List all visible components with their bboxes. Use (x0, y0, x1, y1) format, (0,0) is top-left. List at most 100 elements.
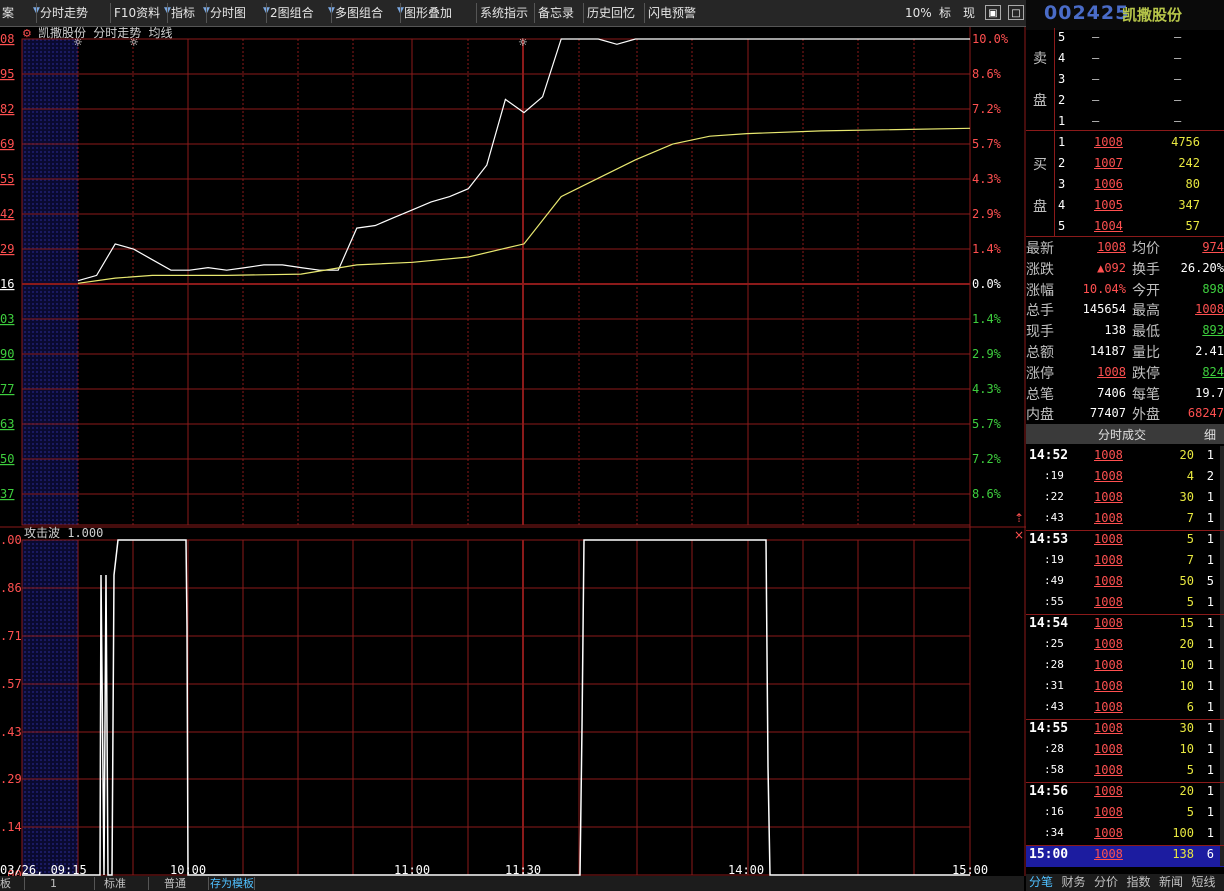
tick-price: 1008 (1094, 553, 1123, 567)
tick-volume: 5 (1186, 805, 1194, 819)
toolbar-item-9[interactable]: 备忘录 (538, 4, 574, 22)
tick-volume: 15 (1179, 616, 1194, 630)
tick-time: :28 (1044, 742, 1064, 755)
toolbar-separator (167, 3, 168, 23)
tick-time: :43 (1044, 700, 1064, 713)
toolbar-right-0[interactable]: 10% (905, 4, 932, 22)
buy-label: 盘 (1033, 199, 1047, 215)
book-vsep (1054, 28, 1055, 236)
pct-label: 2.9% (972, 207, 1002, 221)
toolbar-right-2[interactable]: 现 (958, 4, 980, 22)
toolbar-item-7[interactable]: 图形叠加 (404, 4, 452, 22)
panel-divider (1026, 782, 1224, 783)
bottom-sep (148, 877, 149, 890)
tick-price: 1008 (1094, 574, 1123, 588)
buy-level-vol: 242 (1178, 156, 1200, 170)
panel-divider (1026, 530, 1224, 531)
maximize-icon[interactable]: □ (1008, 5, 1024, 20)
right-tab-0[interactable]: 分笔 (1029, 875, 1053, 890)
tick-time: :49 (1044, 574, 1064, 587)
date-label: 03/26, 09:15 (0, 863, 87, 876)
tick-volume: 10 (1179, 742, 1194, 756)
restore-icon[interactable]: ▣ (985, 5, 1001, 20)
price-label: 08 (0, 32, 14, 46)
pct-label: 4.3% (972, 172, 1002, 186)
stat-value: 1008 (1097, 364, 1126, 379)
right-tab-2[interactable]: 分价 (1094, 875, 1118, 890)
right-tab-1[interactable]: 财务 (1062, 875, 1086, 890)
tick-volume: 6 (1186, 700, 1194, 714)
close-ind-icon[interactable]: × (1014, 528, 1024, 542)
event-marker-icon[interactable]: ☼ (518, 36, 528, 49)
toolbar-item-8[interactable]: 系统指示 (480, 4, 528, 22)
toolbar-item-11[interactable]: 闪电预警 (648, 4, 696, 22)
toolbar-item-1[interactable]: 分时走势 (40, 4, 88, 22)
stat-value: 26.20% (1180, 260, 1224, 275)
toolbar-separator (476, 3, 477, 23)
tick-time: :58 (1044, 763, 1064, 776)
pct-label: 5.7% (972, 417, 1002, 431)
stat-value: 138 (1104, 323, 1126, 338)
tick-count: 5 (1206, 574, 1214, 588)
tick-count: 1 (1206, 763, 1214, 777)
right-tab-3[interactable]: 指数 (1127, 875, 1151, 890)
buy-level-num: 2 (1058, 156, 1066, 170)
bottom-tab-3[interactable]: 普通 (164, 877, 186, 891)
pct-label: 4.3% (972, 382, 1002, 396)
tick-price: 1008 (1094, 679, 1123, 693)
bottom-tab-2[interactable]: 标准 (104, 877, 126, 891)
sell-level-price: – (1092, 51, 1100, 65)
intraday-chart[interactable]: 凯撒股份 分时走势 均线 ⚙ 08 95 82 69 55 42 29 16 03 90 77 63 50 3… (0, 27, 1026, 876)
tick-volume: 10 (1179, 679, 1194, 693)
toolbar-item-0[interactable]: 案 (2, 4, 14, 22)
sell-level-vol: – (1174, 51, 1182, 65)
bottom-tab-4[interactable]: 存为模板 (210, 877, 254, 891)
tick-time: 14:52 (1029, 448, 1069, 463)
toolbar-item-10[interactable]: 历史回忆 (587, 4, 635, 22)
toolbar-item-4[interactable]: 分时图 (210, 4, 246, 22)
tick-volume: 50 (1179, 574, 1194, 588)
toolbar-item-6[interactable]: 多图组合 (335, 4, 383, 22)
settings-icon[interactable]: ⚙ (22, 27, 32, 40)
toolbar-item-5[interactable]: 2图组合 (270, 4, 314, 22)
tick-volume: 30 (1179, 721, 1194, 735)
event-marker-icon[interactable]: ☼ (73, 36, 83, 49)
price-label: 29 (0, 242, 14, 256)
tick-count: 1 (1206, 448, 1214, 462)
bottom-tab-1[interactable]: 1 (50, 877, 57, 891)
up-arrow-icon[interactable]: ⇡ (1014, 511, 1024, 525)
stock-code: 002425 (1044, 2, 1130, 24)
toolbar-right-1[interactable]: 标 (934, 4, 956, 22)
sell-level-price: – (1092, 93, 1100, 107)
sell-level-num: 1 (1058, 114, 1066, 128)
toolbar-item-2[interactable]: F10资料 (114, 4, 160, 22)
stat-label: 量比 (1132, 345, 1160, 361)
stat-value: 14187 (1089, 344, 1126, 358)
sell-level-num: 3 (1058, 72, 1066, 86)
toolbar-separator (534, 3, 535, 23)
tick-time: 15:00 (1029, 847, 1069, 862)
stat-label: 最低 (1132, 324, 1160, 341)
stat-label: 跌停 (1132, 365, 1160, 382)
ticks-scrollbar[interactable] (1220, 446, 1224, 866)
bottom-tab-0[interactable]: 板 (0, 877, 11, 891)
indicator-title: 攻击波 1.000 (24, 526, 103, 540)
bottom-sep (254, 877, 255, 890)
stat-label: 今开 (1132, 282, 1160, 299)
stat-label: 均价 (1132, 241, 1160, 257)
panel-divider (1026, 130, 1224, 131)
tick-price: 1008 (1094, 637, 1123, 651)
ind-frame (21, 539, 971, 876)
price-label: 82 (0, 102, 14, 116)
tick-count: 1 (1206, 721, 1214, 735)
attack-wave-line (22, 539, 970, 876)
tick-volume: 20 (1179, 448, 1194, 462)
sell-level-num: 4 (1058, 51, 1066, 65)
panel-divider (1026, 845, 1224, 846)
bottom-sep (208, 877, 209, 890)
right-tab-5[interactable]: 短线 (1192, 875, 1216, 890)
stat-value: 974 (1202, 240, 1224, 254)
right-tab-4[interactable]: 新闻 (1159, 875, 1183, 890)
toolbar-item-3[interactable]: 指标 (171, 4, 195, 22)
event-marker-icon[interactable]: ☼ (129, 36, 139, 49)
